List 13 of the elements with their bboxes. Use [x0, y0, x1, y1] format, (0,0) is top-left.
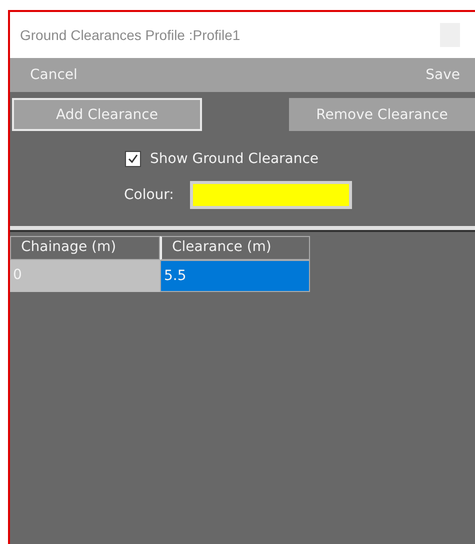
colour-label: Colour: — [124, 187, 174, 203]
column-header[interactable]: Chainage (m) — [10, 236, 160, 260]
table-cell[interactable]: 5.5 — [160, 260, 310, 292]
column-header[interactable]: Clearance (m) — [160, 236, 310, 260]
checkbox-label: Show Ground Clearance — [150, 151, 319, 167]
cancel-button[interactable]: Cancel — [10, 67, 98, 83]
checkbox[interactable] — [125, 151, 141, 167]
check-icon — [127, 153, 139, 165]
window-title: Ground Clearances Profile :Profile1 — [19, 27, 240, 43]
save-button[interactable]: Save — [406, 67, 475, 83]
add-button[interactable]: Add Clearance — [12, 98, 202, 131]
colour-swatch[interactable] — [190, 181, 352, 209]
remove-button[interactable]: Remove Clearance — [289, 98, 475, 131]
